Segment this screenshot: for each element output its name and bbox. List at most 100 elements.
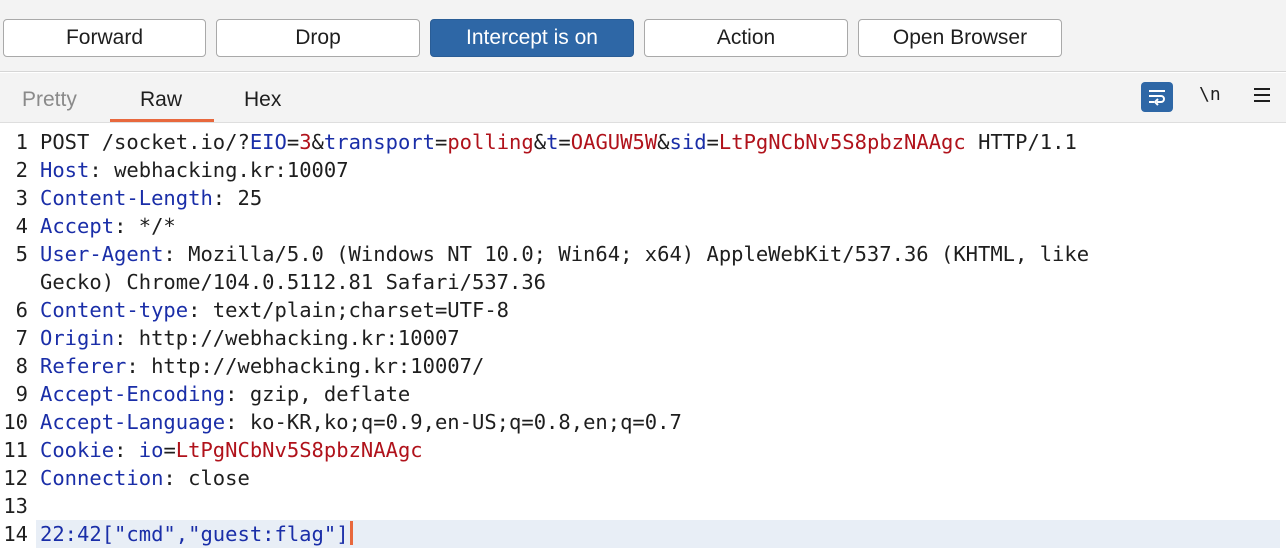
header-colon: :: [89, 158, 115, 182]
line-number: 6: [15, 298, 28, 322]
header-value: Mozilla/5.0 (Windows NT 10.0; Win64; x64…: [188, 242, 1090, 266]
header-name: Cookie: [40, 438, 115, 462]
header-name: Accept: [40, 214, 115, 238]
action-button[interactable]: Action: [644, 19, 848, 57]
header-name: Accept-Encoding: [40, 382, 226, 406]
forward-button[interactable]: Forward: [3, 19, 206, 57]
editor-line: 9 Accept-Encoding: gzip, deflate: [0, 380, 1286, 408]
tab-pretty[interactable]: Pretty: [22, 88, 77, 112]
line-number: 14: [3, 522, 28, 546]
editor-line: 6 Content-type: text/plain;charset=UTF-8: [0, 296, 1286, 324]
editor-line: 8 Referer: http://webhacking.kr:10007/: [0, 352, 1286, 380]
editor-line: 10 Accept-Language: ko-KR,ko;q=0.9,en-US;…: [0, 408, 1286, 436]
editor-line: 5 User-Agent: Mozilla/5.0 (Windows NT 10.…: [0, 240, 1286, 268]
line-code: Referer: http://webhacking.kr:10007/: [40, 352, 484, 380]
header-value: close: [188, 466, 250, 490]
line-number: 2: [15, 158, 28, 182]
tab-raw[interactable]: Raw: [140, 88, 182, 112]
line-code: Cookie: io=LtPgNCbNv5S8pbzNAAgc: [40, 436, 423, 464]
header-colon: :: [163, 242, 189, 266]
line-code: Accept: */*: [40, 212, 176, 240]
active-tab-indicator: [110, 119, 214, 122]
line-number: 4: [15, 214, 28, 238]
header-name: Connection: [40, 466, 164, 490]
header-value: 25: [237, 186, 263, 210]
newline-icon[interactable]: \n: [1199, 84, 1221, 105]
intercept-toggle-button[interactable]: Intercept is on: [430, 19, 634, 57]
header-value-continuation: Gecko) Chrome/104.0.5112.81 Safari/537.3…: [40, 270, 547, 294]
line-code: Accept-Encoding: gzip, deflate: [40, 380, 410, 408]
query-param-name: transport: [323, 130, 435, 154]
query-param-name: sid: [669, 130, 707, 154]
header-colon: :: [225, 410, 250, 434]
query-param-name: t: [546, 130, 559, 154]
menu-icon[interactable]: [1252, 86, 1272, 104]
param-separator: &: [657, 130, 670, 154]
header-value: gzip, deflate: [249, 382, 411, 406]
editor-line: 3 Content-Length: 25: [0, 184, 1286, 212]
header-value: http://webhacking.kr:10007: [138, 326, 460, 350]
line-number: 10: [3, 410, 28, 434]
param-equals: =: [434, 130, 448, 154]
param-equals: =: [558, 130, 571, 154]
line-number: 13: [3, 494, 28, 518]
header-colon: :: [225, 382, 250, 406]
header-name: Content-type: [40, 298, 189, 322]
line-code: Content-Length: 25: [40, 184, 262, 212]
header-colon: :: [212, 186, 238, 210]
query-param-value: OAGUW5W: [570, 130, 658, 154]
message-view-tabs: Pretty Raw Hex: [0, 73, 1286, 123]
request-body: 22:42["cmd","guest:flag"]: [40, 522, 349, 546]
header-name: Origin: [40, 326, 115, 350]
editor-line: 11 Cookie: io=LtPgNCbNv5S8pbzNAAgc: [0, 436, 1286, 464]
editor-line: 4 Accept: */*: [0, 212, 1286, 240]
param-equals: =: [706, 130, 719, 154]
header-colon: :: [114, 326, 139, 350]
line-number: 1: [15, 130, 28, 154]
header-value: */*: [138, 214, 176, 238]
drop-button[interactable]: Drop: [216, 19, 420, 57]
header-name: Host: [40, 158, 90, 182]
text-cursor: [349, 521, 353, 545]
open-browser-button[interactable]: Open Browser: [858, 19, 1062, 57]
param-separator: &: [533, 130, 547, 154]
query-param-value: polling: [447, 130, 534, 154]
query-param-name: EIO: [249, 130, 287, 154]
query-param-value: 3: [299, 130, 312, 154]
line-code: Host: webhacking.kr:10007: [40, 156, 349, 184]
header-name: Content-Length: [40, 186, 213, 210]
line-number: 12: [3, 466, 28, 490]
editor-line: 1 POST /socket.io/?EIO=3&transport=pollin…: [0, 128, 1286, 156]
header-name: User-Agent: [40, 242, 164, 266]
request-method-path: POST /socket.io/?: [40, 130, 250, 154]
param-equals: =: [286, 130, 300, 154]
line-code: 22:42["cmd","guest:flag"]: [40, 520, 353, 548]
header-colon: :: [114, 438, 139, 462]
line-number: 11: [3, 438, 28, 462]
line-code: POST /socket.io/?EIO=3&transport=polling…: [40, 128, 1077, 156]
editor-line: 2 Host: webhacking.kr:10007: [0, 156, 1286, 184]
cookie-value: LtPgNCbNv5S8pbzNAAgc: [175, 438, 423, 462]
line-code: Gecko) Chrome/104.0.5112.81 Safari/537.3…: [40, 268, 546, 296]
window-title-strip: [0, 0, 1286, 8]
line-number: 7: [15, 326, 28, 350]
editor-line: 12 Connection: close: [0, 464, 1286, 492]
header-value: text/plain;charset=UTF-8: [212, 298, 510, 322]
wrap-text-icon[interactable]: [1141, 82, 1173, 112]
line-code: User-Agent: Mozilla/5.0 (Windows NT 10.0…: [40, 240, 1089, 268]
cookie-name: io: [138, 438, 164, 462]
header-value: ko-KR,ko;q=0.9,en-US;q=0.8,en;q=0.7: [249, 410, 682, 434]
line-number: 9: [15, 382, 28, 406]
line-code: Origin: http://webhacking.kr:10007: [40, 324, 460, 352]
editor-line: 14 22:42["cmd","guest:flag"]: [0, 520, 1286, 548]
editor-line: 13: [0, 492, 1286, 520]
editor-line: 7 Origin: http://webhacking.kr:10007: [0, 324, 1286, 352]
header-name: Referer: [40, 354, 127, 378]
line-number: 3: [15, 186, 28, 210]
editor-line: Gecko) Chrome/104.0.5112.81 Safari/537.3…: [0, 268, 1286, 296]
header-colon: :: [163, 466, 189, 490]
line-number: 5: [15, 242, 28, 266]
tab-hex[interactable]: Hex: [244, 88, 281, 112]
raw-request-editor[interactable]: 1 POST /socket.io/?EIO=3&transport=pollin…: [0, 124, 1286, 555]
param-separator: &: [311, 130, 324, 154]
